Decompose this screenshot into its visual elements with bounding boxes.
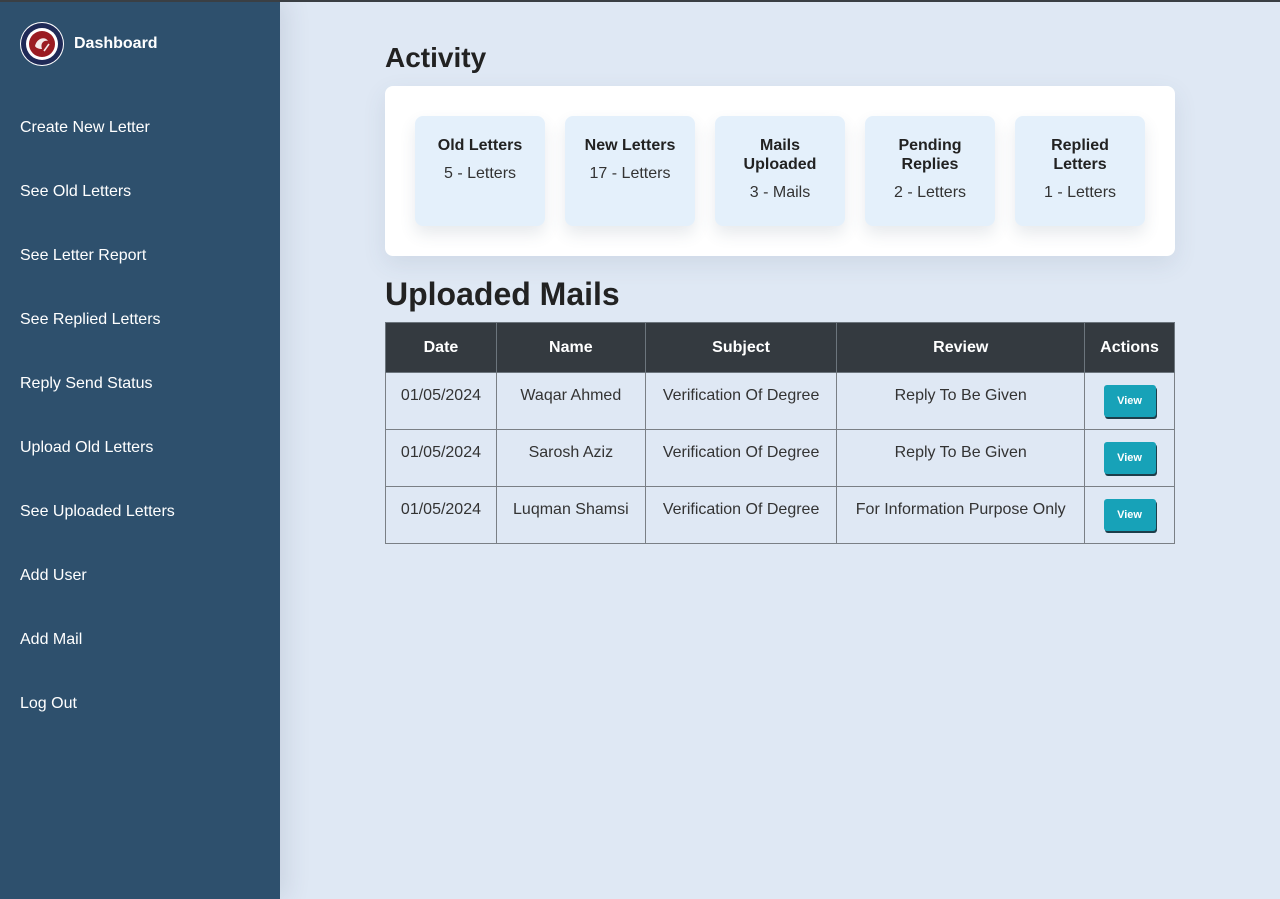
sidebar-item-log-out: Log Out — [20, 672, 175, 736]
cell-name: Luqman Shamsi — [495, 486, 646, 544]
stat-card-value: 3 - Mails — [749, 184, 811, 201]
stat-card-title: New Letters — [584, 137, 676, 154]
sidebar-link-see-uploaded-letters[interactable]: See Uploaded Letters — [20, 503, 175, 521]
sidebar-item-see-letter-report: See Letter Report — [20, 224, 175, 288]
stat-card-value: 1 - Letters — [1043, 184, 1117, 201]
cell-actions: View — [1084, 429, 1175, 487]
cell-review: For Information Purpose Only — [836, 486, 1086, 544]
stat-card-old-letters: Old Letters 5 - Letters — [415, 116, 545, 226]
cell-date: 01/05/2024 — [385, 372, 497, 430]
stat-card-title: Mails Uploaded — [743, 137, 817, 173]
stat-card-value: 2 - Letters — [893, 184, 967, 201]
university-seal-icon — [20, 22, 64, 66]
cell-subject: Verification Of Degree — [644, 429, 838, 487]
cell-actions: View — [1084, 486, 1175, 544]
stat-card-replied-letters: Replied Letters 1 - Letters — [1015, 116, 1145, 226]
stat-card-new-letters: New Letters 17 - Letters — [565, 116, 695, 226]
uploaded-mails-heading: Uploaded Mails — [385, 276, 620, 312]
sidebar-item-see-uploaded-letters: See Uploaded Letters — [20, 480, 175, 544]
sidebar: Dashboard Create New Letter See Old Lett… — [0, 0, 280, 899]
column-header-review: Review — [836, 322, 1086, 373]
cell-subject: Verification Of Degree — [644, 486, 838, 544]
sidebar-item-see-old-letters: See Old Letters — [20, 160, 175, 224]
sidebar-item-create-new-letter: Create New Letter — [20, 96, 175, 160]
cell-name: Sarosh Aziz — [495, 429, 646, 487]
sidebar-link-see-old-letters[interactable]: See Old Letters — [20, 183, 131, 201]
sidebar-nav: Create New Letter See Old Letters See Le… — [20, 96, 175, 736]
brand[interactable]: Dashboard — [20, 22, 158, 66]
dashboard-title: Dashboard — [74, 35, 158, 52]
table-row: 01/05/2024 Waqar Ahmed Verification Of D… — [385, 372, 1175, 430]
sidebar-item-add-mail: Add Mail — [20, 608, 175, 672]
stat-card-title: Old Letters — [437, 137, 523, 154]
sidebar-link-log-out[interactable]: Log Out — [20, 695, 77, 713]
column-header-subject: Subject — [644, 322, 838, 373]
column-header-date: Date — [385, 322, 497, 373]
activity-panel: Old Letters 5 - Letters New Letters 17 -… — [385, 86, 1175, 256]
sidebar-link-reply-send-status[interactable]: Reply Send Status — [20, 375, 153, 393]
sidebar-link-upload-old-letters[interactable]: Upload Old Letters — [20, 439, 153, 457]
column-header-name: Name — [495, 322, 646, 373]
stat-card-title: Replied Letters — [1051, 137, 1109, 173]
cell-review: Reply To Be Given — [836, 429, 1086, 487]
sidebar-link-see-replied-letters[interactable]: See Replied Letters — [20, 311, 161, 329]
activity-heading: Activity — [385, 42, 487, 73]
cell-subject: Verification Of Degree — [644, 372, 838, 430]
sidebar-item-upload-old-letters: Upload Old Letters — [20, 416, 175, 480]
activity-cards: Old Letters 5 - Letters New Letters 17 -… — [415, 116, 1165, 226]
table-row: 01/05/2024 Sarosh Aziz Verification Of D… — [385, 429, 1175, 487]
table-row: 01/05/2024 Luqman Shamsi Verification Of… — [385, 486, 1175, 544]
stat-card-value: 17 - Letters — [589, 165, 671, 182]
cell-review: Reply To Be Given — [836, 372, 1086, 430]
view-button[interactable]: View — [1103, 385, 1156, 417]
sidebar-link-create-new-letter[interactable]: Create New Letter — [20, 119, 150, 137]
sidebar-link-add-user[interactable]: Add User — [20, 567, 87, 585]
cell-date: 01/05/2024 — [385, 486, 497, 544]
cell-date: 01/05/2024 — [385, 429, 497, 487]
stat-card-title: Pending Replies — [898, 137, 962, 173]
cell-name: Waqar Ahmed — [495, 372, 646, 430]
cell-actions: View — [1084, 372, 1175, 430]
column-header-actions: Actions — [1084, 322, 1175, 373]
table-header-row: Date Name Subject Review Actions — [385, 322, 1175, 373]
stat-card-mails-uploaded: Mails Uploaded 3 - Mails — [715, 116, 845, 226]
stat-card-value: 5 - Letters — [443, 165, 517, 182]
sidebar-link-add-mail[interactable]: Add Mail — [20, 631, 82, 649]
sidebar-item-reply-send-status: Reply Send Status — [20, 352, 175, 416]
view-button[interactable]: View — [1103, 499, 1156, 531]
sidebar-item-see-replied-letters: See Replied Letters — [20, 288, 175, 352]
sidebar-item-add-user: Add User — [20, 544, 175, 608]
view-button[interactable]: View — [1103, 442, 1156, 474]
uploaded-mails-table: Date Name Subject Review Actions 01/05/2… — [385, 322, 1175, 544]
stat-card-pending-replies: Pending Replies 2 - Letters — [865, 116, 995, 226]
sidebar-link-see-letter-report[interactable]: See Letter Report — [20, 247, 146, 265]
top-border — [0, 0, 1280, 2]
